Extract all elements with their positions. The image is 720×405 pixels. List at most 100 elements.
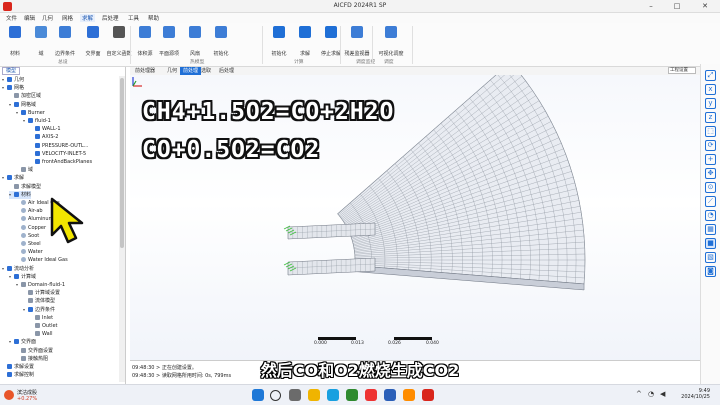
project-selector[interactable]: 工程设置 bbox=[668, 67, 696, 74]
ribbon-button[interactable]: 体积源 bbox=[132, 26, 158, 57]
menu-item[interactable]: 文件 bbox=[4, 14, 19, 22]
network-icon[interactable]: ◔ bbox=[648, 390, 654, 398]
checkbox-icon[interactable] bbox=[35, 150, 40, 156]
measure-icon[interactable]: ⟋ bbox=[705, 196, 716, 207]
menu-item[interactable]: 后处理 bbox=[100, 14, 121, 22]
tree-item[interactable]: Wall bbox=[30, 330, 52, 338]
ribbon-button[interactable]: 求解 bbox=[292, 26, 318, 57]
document-tab[interactable]: 几何 bbox=[164, 67, 180, 75]
ribbon-button[interactable]: 残差监视器 bbox=[344, 26, 370, 57]
clock[interactable]: 9:49 2024/10/25 bbox=[676, 388, 710, 400]
app-icon[interactable] bbox=[365, 389, 377, 401]
search-icon[interactable] bbox=[270, 390, 281, 401]
pan-icon[interactable]: ✥ bbox=[705, 168, 716, 179]
iso-view-icon[interactable]: ⬚ bbox=[705, 126, 716, 137]
tree-item[interactable]: 加密区域 bbox=[9, 92, 41, 100]
tree-scrollbar[interactable] bbox=[119, 76, 125, 382]
tree-item[interactable]: Soot bbox=[16, 232, 39, 240]
tree-item[interactable]: ▾ 流动分析 bbox=[2, 265, 34, 273]
tree-item[interactable]: WALL-1 bbox=[30, 125, 61, 133]
edge-browser-icon[interactable] bbox=[327, 389, 339, 401]
checkbox-icon[interactable] bbox=[35, 126, 40, 132]
ribbon-button[interactable]: 可视化调度 bbox=[378, 26, 404, 57]
ribbon-button[interactable]: 初始化 bbox=[266, 26, 292, 57]
tree-item[interactable]: 流体模型 bbox=[23, 297, 55, 305]
ribbon-button[interactable]: 材料 bbox=[2, 26, 28, 57]
ribbon-button[interactable]: 交界面 bbox=[80, 26, 106, 57]
tree-item[interactable]: ▾ fluid-1 bbox=[23, 117, 51, 125]
menu-item[interactable]: 求解 bbox=[80, 14, 96, 22]
ribbon-button[interactable]: 风扇 bbox=[182, 26, 208, 57]
ribbon-button[interactable]: 初始化 bbox=[208, 26, 234, 57]
stock-widget[interactable]: 滨沽成股 +0.27% bbox=[4, 388, 64, 403]
tree-item[interactable]: 求解模型 bbox=[9, 183, 41, 191]
file-explorer-icon[interactable] bbox=[308, 389, 320, 401]
screenshot-icon[interactable]: ◙ bbox=[705, 266, 716, 277]
menu-item[interactable]: 编辑 bbox=[22, 14, 37, 22]
tree-item[interactable]: 计算域设置 bbox=[23, 289, 60, 297]
fit-view-icon[interactable]: ⤢ bbox=[705, 70, 716, 81]
tree-item[interactable]: ▾ 求解 bbox=[2, 174, 24, 182]
checkbox-icon[interactable] bbox=[35, 159, 40, 164]
tree-item[interactable]: ▾ 材料 bbox=[9, 190, 32, 199]
tree-item[interactable]: PRESSURE-OUTL... bbox=[30, 142, 88, 150]
wireframe-icon[interactable]: ▦ bbox=[705, 224, 716, 235]
tree-item[interactable]: ▾ 几何 bbox=[2, 76, 24, 84]
axis-y-icon[interactable]: y bbox=[705, 98, 716, 109]
tree-item[interactable]: ▾ 网格域 bbox=[9, 101, 36, 109]
tree-item[interactable]: Outlet bbox=[30, 322, 58, 330]
tree-item[interactable]: Water bbox=[16, 248, 43, 256]
ribbon-button[interactable]: 自定义函数 bbox=[106, 26, 132, 57]
tree-item[interactable]: 域 bbox=[16, 166, 33, 174]
mesh-icon[interactable]: ▧ bbox=[705, 252, 716, 263]
aicfd-taskbar-icon[interactable] bbox=[422, 389, 434, 401]
tree-item[interactable]: frontAndBackPlanes bbox=[30, 158, 92, 166]
menu-item[interactable]: 几何 bbox=[40, 14, 55, 22]
maximize-button[interactable]: □ bbox=[666, 0, 688, 13]
app-icon[interactable] bbox=[346, 389, 358, 401]
axis-z-icon[interactable]: z bbox=[705, 112, 716, 123]
tree-item[interactable]: ▾ 交界面 bbox=[9, 338, 36, 346]
tree-item[interactable]: ▾ 网格 bbox=[2, 84, 24, 92]
ribbon-button[interactable]: 边界条件 bbox=[52, 26, 78, 57]
axis-x-icon[interactable]: x bbox=[705, 84, 716, 95]
graphics-viewport[interactable]: CH4+1.5O2=CO+2H2O CO+0.5O2=CO2 0.000 0.0… bbox=[130, 75, 700, 360]
menu-item[interactable]: 网格 bbox=[60, 14, 75, 22]
tray-chevron-icon[interactable]: ^ bbox=[636, 390, 642, 398]
tree-item[interactable]: Inlet bbox=[30, 314, 53, 322]
document-tab[interactable]: 前处理器 bbox=[132, 67, 158, 75]
app-icon[interactable] bbox=[403, 389, 415, 401]
shaded-icon[interactable]: ■ bbox=[705, 238, 716, 249]
probe-icon[interactable]: ⊙ bbox=[705, 182, 716, 193]
start-menu-icon[interactable] bbox=[252, 389, 264, 401]
rotate-icon[interactable]: ⟳ bbox=[705, 140, 716, 151]
tab-model[interactable]: 模型 bbox=[2, 67, 20, 75]
tree-item[interactable]: VELOCITY-INLET-5 bbox=[30, 150, 86, 158]
checkbox-icon[interactable] bbox=[28, 118, 33, 123]
ribbon-button[interactable]: 域 bbox=[28, 26, 54, 57]
tree-item[interactable]: ▾ 计算域 bbox=[9, 273, 36, 281]
volume-icon[interactable]: ◀ bbox=[660, 390, 665, 398]
close-button[interactable]: ✕ bbox=[694, 0, 716, 13]
app-icon[interactable] bbox=[384, 389, 396, 401]
ribbon-button[interactable]: 平面源项 bbox=[156, 26, 182, 57]
checkbox-icon[interactable] bbox=[35, 142, 40, 148]
tree-item[interactable]: Steel bbox=[16, 240, 41, 248]
tree-item[interactable]: ▾ Burner bbox=[16, 109, 45, 117]
zoom-icon[interactable]: + bbox=[705, 154, 716, 165]
checkbox-icon[interactable] bbox=[21, 109, 26, 115]
menu-item[interactable]: 工具 bbox=[126, 14, 141, 22]
tree-item[interactable]: 交界面设置 bbox=[16, 347, 53, 355]
tree-item[interactable]: ▾ Domain-fluid-1 bbox=[16, 281, 65, 289]
minimize-button[interactable]: – bbox=[640, 0, 662, 13]
tree-item[interactable]: AXIS-2 bbox=[30, 133, 58, 141]
tree-item[interactable]: Copper bbox=[16, 224, 46, 232]
task-view-icon[interactable] bbox=[289, 389, 301, 401]
checkbox-icon[interactable] bbox=[35, 134, 40, 140]
tree-item[interactable]: Air-ab bbox=[16, 207, 43, 215]
tree-item[interactable]: Water Ideal Gas bbox=[16, 256, 68, 264]
select-icon[interactable]: ◔ bbox=[705, 210, 716, 221]
tree-scrollbar-thumb[interactable] bbox=[120, 78, 124, 248]
tree-item[interactable]: ▾ 边界条件 bbox=[23, 306, 55, 314]
document-tab[interactable]: 后处理 bbox=[216, 67, 237, 75]
